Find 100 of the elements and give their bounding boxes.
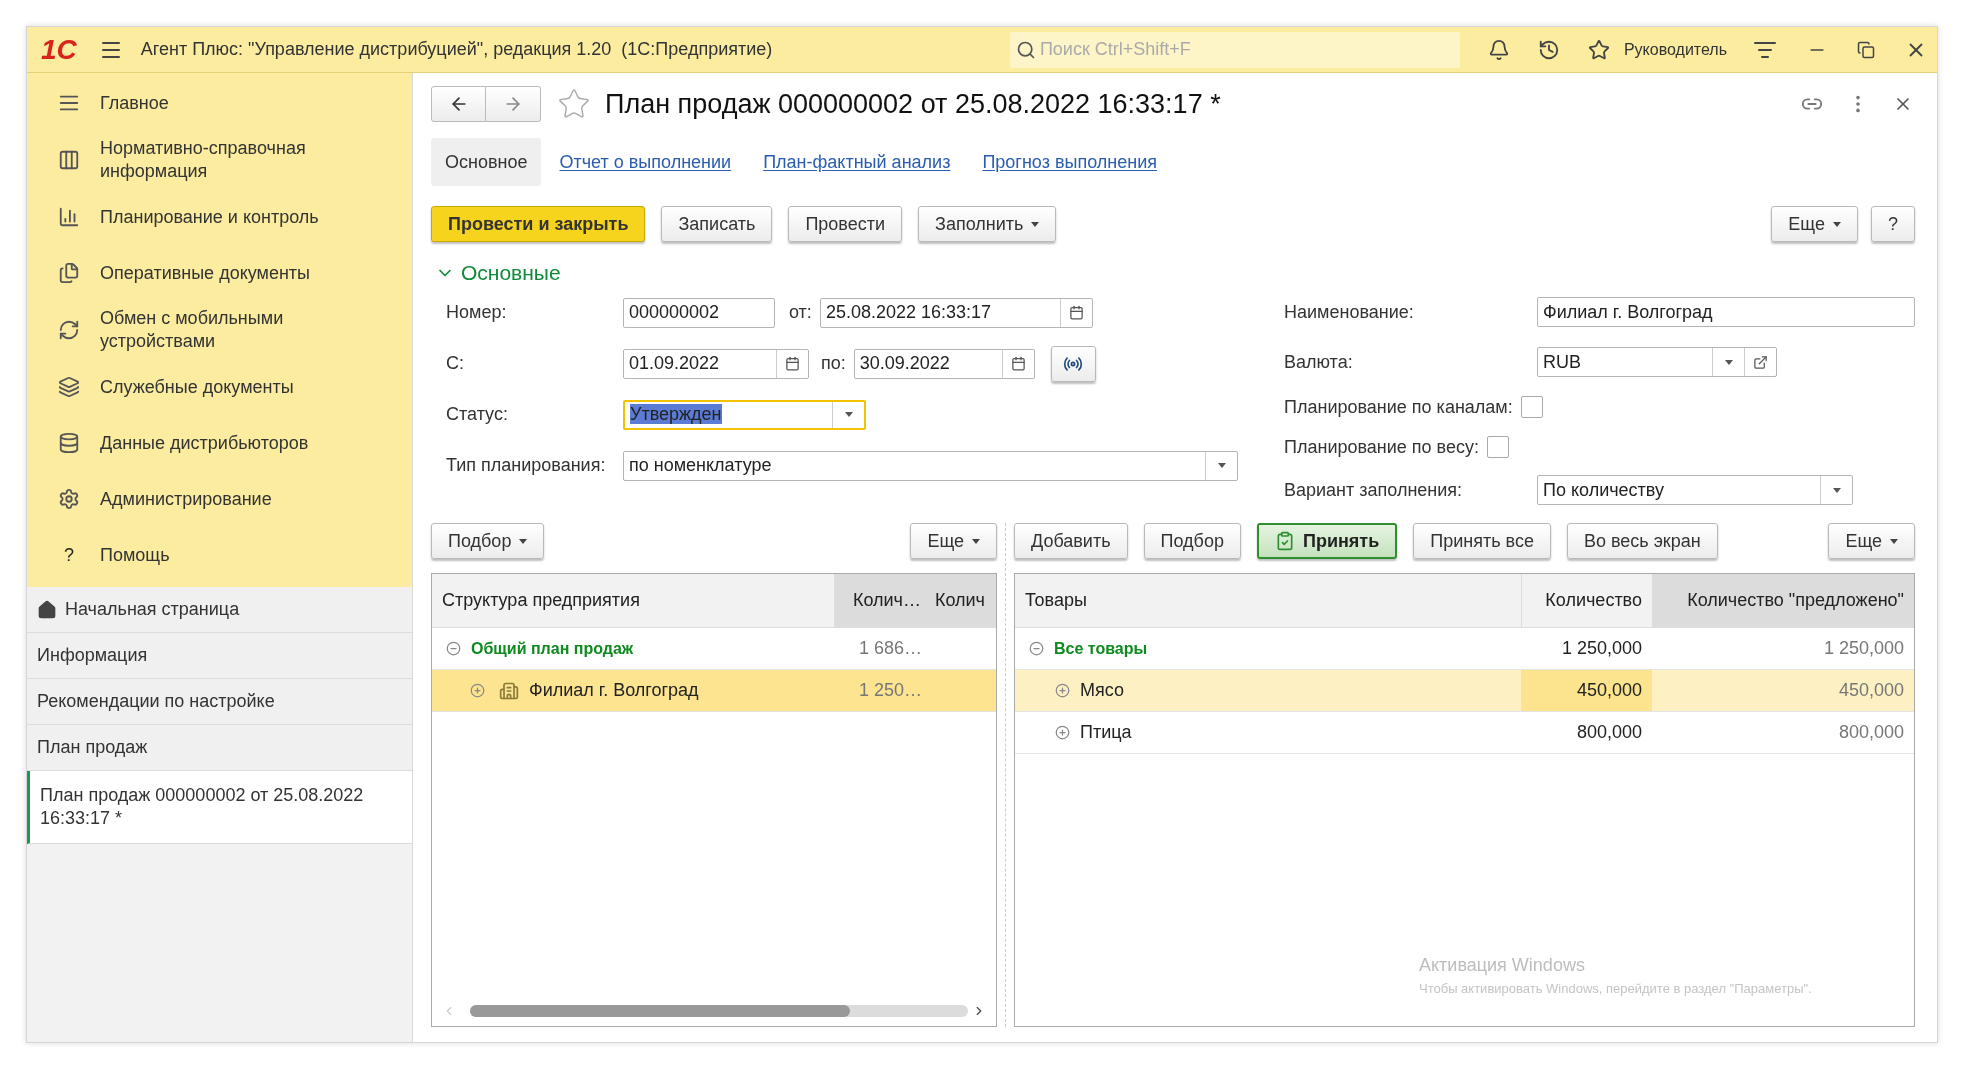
table-cell-text: 800,000	[1837, 721, 1905, 744]
toolbar-button[interactable]: Подбор	[1143, 523, 1241, 559]
restore-icon[interactable]	[1857, 40, 1875, 59]
dropdown-button[interactable]: Подбор	[431, 523, 545, 559]
back-button[interactable]	[431, 86, 486, 122]
column-header[interactable]: Количество "предложено"	[1653, 574, 1914, 627]
planning-type-field[interactable]: по номенклатуре	[623, 450, 1238, 481]
dropdown-button[interactable]: Еще	[1828, 523, 1915, 559]
app-logo: 1С	[41, 35, 77, 64]
group-title[interactable]: Основные	[461, 257, 561, 289]
expand-icon[interactable]	[1055, 683, 1070, 698]
field-label: Статус:	[446, 403, 509, 426]
field-label: Наименование:	[1284, 300, 1415, 324]
star-icon[interactable]	[1587, 38, 1610, 61]
expand-icon[interactable]	[470, 683, 485, 698]
home-icon	[37, 599, 57, 620]
field-label: Номер:	[446, 301, 508, 324]
column-header[interactable]: Колич…	[835, 574, 932, 627]
toolbar-button[interactable]: Во весь экран	[1566, 523, 1718, 559]
field-label: Вариант заполнения:	[1284, 478, 1464, 502]
name-field[interactable]: Филиал г. Волгоград	[1537, 297, 1915, 327]
collapse-icon[interactable]	[446, 641, 461, 656]
section-icon	[58, 149, 80, 171]
tree-item-name: Филиал г. Волгоград	[529, 679, 699, 702]
status-field[interactable]: Утвержден	[623, 399, 866, 430]
toolbar-button[interactable]: Принять все	[1413, 523, 1551, 559]
number-field[interactable]: 000000002	[623, 297, 775, 328]
help-glyph: ?	[64, 543, 74, 567]
tab[interactable]: Прогноз выполнения	[968, 138, 1171, 186]
section-item[interactable]: ? Помощь	[27, 527, 412, 583]
activation-notice-text: Чтобы активировать Windows, перейдите в раздел "Параметры".	[1419, 979, 1812, 998]
forward-button[interactable]	[486, 86, 541, 122]
checkbox[interactable]	[1520, 396, 1543, 418]
dropdown-button[interactable]: Еще	[1771, 206, 1858, 242]
field-label: Планирование по каналам:	[1284, 395, 1513, 419]
toolbar-button[interactable]: Добавить	[1014, 523, 1128, 559]
currency-field[interactable]: RUB	[1537, 347, 1777, 377]
period-button[interactable]	[1050, 345, 1096, 382]
toolbar-button[interactable]: Принять	[1256, 523, 1398, 559]
table-row[interactable]: Филиал г. Волгоград 1 250…	[432, 670, 996, 712]
section-icon	[58, 488, 80, 510]
dropdown-button[interactable]: Еще	[910, 523, 997, 559]
tab[interactable]: План-фактный анализ	[749, 138, 965, 186]
document-title: План продаж 000000002 от 25.08.2022 16:33:17 *	[605, 87, 1221, 121]
start-date-field[interactable]: 01.09.2022	[623, 348, 809, 379]
table-cell-text: 1 250…	[857, 679, 923, 702]
bell-icon[interactable]	[1487, 38, 1510, 61]
section-item[interactable]: Главное	[27, 75, 412, 131]
field-label: Тип планирования:	[446, 454, 607, 477]
collapse-icon[interactable]	[1029, 641, 1044, 656]
table-cell-text: 1 250,000	[1822, 637, 1905, 660]
user-name[interactable]: Руководитель	[1623, 37, 1727, 62]
tab[interactable]: Основное	[431, 138, 542, 186]
column-header[interactable]: Количество	[1522, 574, 1653, 627]
section-item[interactable]: Нормативно-справочная информация	[27, 131, 412, 189]
calendar-icon	[1010, 356, 1026, 371]
building-icon	[499, 680, 519, 701]
field-label: С:	[446, 352, 465, 375]
field-label: по:	[821, 353, 846, 373]
activation-notice-title: Активация Windows	[1419, 953, 1586, 977]
table-cell-text: 1 686…	[857, 637, 923, 660]
toolbar-button[interactable]: Провести	[788, 206, 903, 242]
field-label: Планирование по весу:	[1284, 435, 1479, 459]
caret-icon	[1832, 487, 1841, 493]
section-item[interactable]: Обмен с мобильными устройствами	[27, 301, 412, 359]
tree-item-name: Мясо	[1080, 679, 1124, 702]
checkbox[interactable]	[1487, 436, 1509, 458]
tab[interactable]: Отчет о выполнении	[545, 138, 746, 186]
fill-variant-field[interactable]: По количеству	[1537, 475, 1853, 505]
tree-item-name: Птица	[1080, 721, 1132, 744]
search-field[interactable]: Поиск Ctrl+Shift+F	[1009, 31, 1460, 68]
end-date-field[interactable]: 30.09.2022	[853, 348, 1035, 379]
column-header[interactable]: Структура предприятия	[432, 574, 835, 627]
table-row[interactable]: Мясо 450,000 450,000	[1015, 670, 1914, 712]
history-icon[interactable]	[1537, 38, 1560, 61]
toolbar-button[interactable]: ?	[1871, 206, 1915, 242]
horizontal-scrollbar[interactable]	[470, 1005, 968, 1017]
section-icon	[58, 206, 80, 228]
expand-icon[interactable]	[1055, 725, 1070, 740]
column-header[interactable]: Колич	[932, 574, 996, 627]
open-page-tab[interactable]: План продаж 000000002 от 25.08.2022 16:33:17 *	[27, 771, 412, 844]
date-field[interactable]: 25.08.2022 16:33:17	[819, 297, 1093, 328]
toolbar-button[interactable]: Провести и закрыть	[431, 206, 646, 242]
section-item[interactable]: Планирование и контроль	[27, 189, 412, 245]
section-item[interactable]: Оперативные документы	[27, 245, 412, 301]
caret-icon	[1724, 359, 1733, 365]
section-item[interactable]: Служебные документы	[27, 359, 412, 415]
table-cell-text: 1 250,000	[1560, 637, 1643, 660]
field-label: Валюта:	[1284, 350, 1354, 374]
table-cell-text: 450,000	[1837, 679, 1905, 702]
dropdown-button[interactable]: Заполнить	[918, 206, 1057, 242]
column-header[interactable]: Товары	[1015, 574, 1522, 627]
favorite-star-icon[interactable]	[557, 87, 591, 121]
toolbar-button[interactable]: Записать	[661, 206, 773, 242]
field-label: от:	[789, 302, 812, 322]
section-item[interactable]: Данные дистрибьюторов	[27, 415, 412, 471]
caret-icon	[1217, 463, 1226, 468]
section-item[interactable]: Администрирование	[27, 471, 412, 527]
table-cell-text: 800,000	[1575, 721, 1643, 744]
tree-item-name: Общий план продаж	[471, 638, 634, 659]
